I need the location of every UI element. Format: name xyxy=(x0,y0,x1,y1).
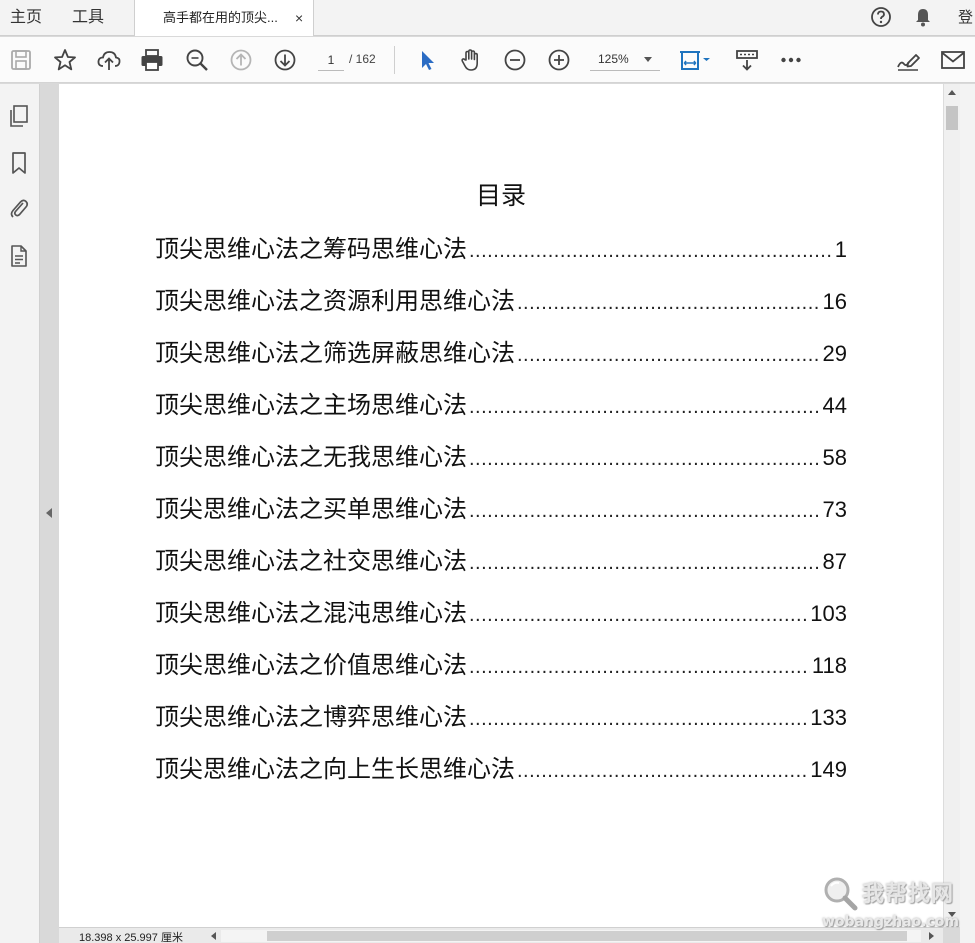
toc-dot-leader: ........................................… xyxy=(517,344,821,366)
toc-entry[interactable]: 顶尖思维心法之价值思维心法...........................… xyxy=(155,645,847,679)
collapse-left-pane-icon[interactable] xyxy=(46,508,52,518)
toc-dot-leader: ........................................… xyxy=(469,708,809,730)
toc-entry[interactable]: 顶尖思维心法之主场思维心法...........................… xyxy=(155,385,847,419)
toc-entry[interactable]: 顶尖思维心法之买单思维心法...........................… xyxy=(155,489,847,523)
vertical-scrollbar[interactable] xyxy=(943,84,960,927)
toc-dot-leader: ........................................… xyxy=(469,396,821,418)
zoom-search-icon[interactable] xyxy=(184,47,210,73)
scroll-up-icon[interactable] xyxy=(948,90,956,95)
toc-page-number: 133 xyxy=(810,705,847,730)
toc-entry-text: 顶尖思维心法之向上生长思维心法 xyxy=(155,755,515,783)
scroll-right-icon[interactable] xyxy=(929,932,934,940)
tab-bar: 主页 工具 高手都在用的顶尖... × 登 xyxy=(0,0,975,36)
zoom-out-icon[interactable] xyxy=(502,47,528,73)
toc-entry-text: 顶尖思维心法之筹码思维心法 xyxy=(155,235,467,263)
zoom-select[interactable]: 125% xyxy=(590,49,660,71)
toc-dot-leader: ........................................… xyxy=(469,656,810,678)
page-number-input[interactable] xyxy=(318,49,344,71)
save-icon[interactable] xyxy=(8,47,34,73)
tab-tools[interactable]: 工具 xyxy=(72,0,104,35)
scroll-left-icon[interactable] xyxy=(211,932,216,940)
toc-entry-text: 顶尖思维心法之筛选屏蔽思维心法 xyxy=(155,339,515,367)
page-up-icon[interactable] xyxy=(228,47,254,73)
toc-entry-text: 顶尖思维心法之买单思维心法 xyxy=(155,495,467,523)
toc-entry[interactable]: 顶尖思维心法之博弈思维心法...........................… xyxy=(155,697,847,731)
print-icon[interactable] xyxy=(139,47,165,73)
page-down-icon[interactable] xyxy=(272,47,298,73)
toc-page-number: 118 xyxy=(811,653,847,678)
attachment-icon[interactable] xyxy=(8,196,30,220)
toc-page-number: 16 xyxy=(822,289,847,314)
bookmark-icon[interactable] xyxy=(8,151,30,175)
toc-entry[interactable]: 顶尖思维心法之筛选屏蔽思维心法.........................… xyxy=(155,333,847,367)
toc-dot-leader: ........................................… xyxy=(517,760,809,782)
toc-entry[interactable]: 顶尖思维心法之筹码思维心法...........................… xyxy=(155,229,847,263)
toc-entry-text: 顶尖思维心法之博弈思维心法 xyxy=(155,703,467,731)
toc-dot-leader: ........................................… xyxy=(469,552,821,574)
toc-dot-leader: ........................................… xyxy=(469,604,809,626)
toc-page-number: 103 xyxy=(810,601,847,626)
main-toolbar: / 162 125% xyxy=(0,37,975,83)
toc-page-number: 87 xyxy=(822,549,847,574)
navigation-pane xyxy=(0,84,40,943)
toc-entry[interactable]: 顶尖思维心法之社交思维心法...........................… xyxy=(155,541,847,575)
email-icon[interactable] xyxy=(940,47,966,73)
scrollbar-thumb[interactable] xyxy=(946,106,958,130)
help-icon[interactable] xyxy=(870,6,892,33)
more-icon[interactable] xyxy=(778,47,804,73)
toolbar-divider xyxy=(394,46,395,74)
toc-entry-text: 顶尖思维心法之资源利用思维心法 xyxy=(155,287,515,315)
tab-document[interactable]: 高手都在用的顶尖... × xyxy=(134,0,314,36)
toc-page-number: 1 xyxy=(834,237,847,262)
toc-entry[interactable]: 顶尖思维心法之资源利用思维心法.........................… xyxy=(155,281,847,315)
fit-page-icon[interactable] xyxy=(678,47,714,73)
toc-dot-leader: ........................................… xyxy=(517,292,821,314)
toc-dot-leader: ........................................… xyxy=(469,448,821,470)
zoom-in-icon[interactable] xyxy=(546,47,572,73)
right-pane-edge xyxy=(960,84,975,943)
toc-entry[interactable]: 顶尖思维心法之混沌思维心法...........................… xyxy=(155,593,847,627)
toc-entry[interactable]: 顶尖思维心法之无我思维心法...........................… xyxy=(155,437,847,471)
toc-entry-text: 顶尖思维心法之无我思维心法 xyxy=(155,443,467,471)
status-bar: 18.398 x 25.997 厘米 xyxy=(59,927,943,943)
watermark-text: 我帮找网 xyxy=(862,882,955,907)
document-tab-title: 高手都在用的顶尖... xyxy=(163,10,278,25)
watermark-url: wobangzhao.com xyxy=(822,914,960,930)
horizontal-scrollbar[interactable] xyxy=(221,930,921,942)
toc-entry-text: 顶尖思维心法之社交思维心法 xyxy=(155,547,467,575)
toc-entry-text: 顶尖思维心法之主场思维心法 xyxy=(155,391,467,419)
toc-dot-leader: ........................................… xyxy=(469,500,821,522)
select-arrow-icon[interactable] xyxy=(414,47,440,73)
toc-entry-text: 顶尖思维心法之价值思维心法 xyxy=(155,651,467,679)
page-total: / 162 xyxy=(349,52,376,66)
chevron-down-icon xyxy=(644,57,652,62)
star-icon[interactable] xyxy=(52,47,78,73)
toc-entry-text: 顶尖思维心法之混沌思维心法 xyxy=(155,599,467,627)
toc-dot-leader: ........................................… xyxy=(469,240,833,262)
upload-cloud-icon[interactable] xyxy=(96,47,122,73)
page-size-readout: 18.398 x 25.997 厘米 xyxy=(79,932,183,943)
pages-icon[interactable] xyxy=(8,104,30,128)
tab-home[interactable]: 主页 xyxy=(10,0,42,35)
toc-page-number: 29 xyxy=(822,341,847,366)
toc-page-number: 44 xyxy=(822,393,847,418)
watermark-magnifier-icon xyxy=(820,874,860,914)
zoom-value: 125% xyxy=(598,52,629,66)
toc-page-number: 149 xyxy=(810,757,847,782)
document-page: 目录 顶尖思维心法之筹码思维心法........................… xyxy=(59,84,943,927)
toc-page-number: 58 xyxy=(822,445,847,470)
bell-icon[interactable] xyxy=(912,6,934,33)
toc-title: 目录 xyxy=(475,181,526,210)
scroll-mode-icon[interactable] xyxy=(734,47,760,73)
toc-entry[interactable]: 顶尖思维心法之向上生长思维心法.........................… xyxy=(155,749,847,783)
close-icon[interactable]: × xyxy=(295,0,303,36)
sign-icon[interactable] xyxy=(895,47,921,73)
document-icon[interactable] xyxy=(8,244,30,268)
horizontal-scrollbar-thumb[interactable] xyxy=(267,931,907,941)
toc-page-number: 73 xyxy=(822,497,847,522)
signin-link[interactable]: 登 xyxy=(958,0,975,36)
hand-icon[interactable] xyxy=(458,47,484,73)
